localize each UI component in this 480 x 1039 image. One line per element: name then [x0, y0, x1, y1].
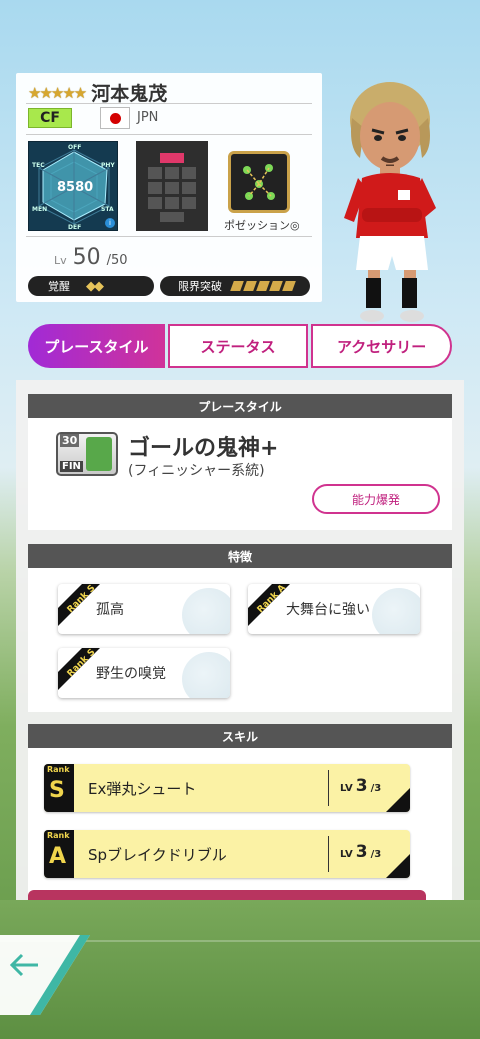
overall-value: 8580 — [57, 180, 94, 195]
skill-level-value: 3 — [355, 776, 368, 796]
trait-card[interactable]: Rank S 野生の嗅覚 — [58, 648, 230, 698]
level-label: Lv — [54, 254, 67, 267]
skill-level-max: /3 — [370, 849, 382, 860]
soccer-ball-icon — [372, 588, 420, 634]
corner-decoration — [386, 854, 410, 878]
tab-playstyle[interactable]: プレースタイル — [28, 324, 165, 368]
trait-card[interactable]: Rank A 大舞台に強い — [248, 584, 420, 634]
ability-burst-button[interactable]: 能力爆発 — [312, 484, 440, 514]
kicking-player-icon — [86, 437, 112, 471]
positioning-label: ポゼッション◎ — [224, 219, 300, 232]
finisher-icon: 30 FIN — [56, 432, 118, 476]
rank-a-icon: Rank A — [248, 584, 290, 634]
formation-cell — [148, 197, 162, 209]
level-max: /50 — [106, 253, 128, 268]
divider — [26, 103, 312, 104]
tab-bar: プレースタイル ステータス アクセサリー — [28, 324, 453, 368]
rank-a-icon: Rank A — [44, 830, 74, 878]
skill-level-max: /3 — [370, 783, 382, 794]
player-name: 河本鬼茂 — [91, 83, 168, 105]
awakening-label: 覚醒 — [48, 280, 70, 293]
trait-label: 野生の嗅覚 — [96, 666, 166, 682]
player-character-illustration — [344, 82, 436, 322]
formation-cell — [148, 167, 162, 179]
radar-label-def: DEF — [68, 224, 82, 231]
corner-decoration — [386, 788, 410, 812]
name-row: ★★★★★ 河本鬼茂 — [28, 79, 167, 106]
player-card: ★★★★★ 河本鬼茂 CF JPN OFF PHY STA DEF MEN TE… — [16, 73, 322, 302]
divider — [26, 134, 312, 135]
tab-accessory[interactable]: アクセサリー — [311, 324, 453, 368]
radar-label-men: MEN — [32, 206, 48, 213]
soccer-ball-icon — [182, 652, 230, 698]
positioning-badge[interactable] — [228, 151, 290, 213]
country-label: JPN — [137, 110, 159, 125]
formation-cell — [182, 197, 196, 209]
awakening-diamond-icon: ◆◆ — [86, 278, 104, 294]
detail-panel[interactable]: プレースタイル 30 FIN ゴールの鬼神+ (フィニッシャー系統) 能力爆発 … — [16, 380, 464, 900]
formation-cell-active — [160, 153, 184, 163]
possession-icon — [228, 151, 290, 213]
rank-label: Rank — [47, 765, 70, 774]
formation-cell — [165, 182, 179, 194]
next-skill-peek[interactable] — [28, 890, 426, 900]
formation-map — [136, 141, 208, 231]
rank-s-icon: Rank S — [44, 764, 74, 812]
playstyle-header: プレースタイル — [28, 394, 452, 418]
rank-label: Rank — [47, 831, 70, 840]
radar-label-off: OFF — [68, 144, 82, 151]
skill-name: Ex弾丸シュート — [88, 780, 197, 798]
skill-level: LV 3 /3 — [340, 842, 381, 862]
awakening-bar: 覚醒 ◆◆ — [28, 276, 154, 296]
playstyle-section: 30 FIN ゴールの鬼神+ (フィニッシャー系統) 能力爆発 — [28, 418, 452, 530]
formation-cell — [160, 212, 184, 222]
skill-row[interactable]: Rank A Spブレイクドリブル LV 3 /3 — [44, 830, 410, 878]
tab-status[interactable]: ステータス — [167, 324, 309, 368]
skills-header: スキル — [28, 724, 452, 748]
radar-label-sta: STA — [101, 206, 114, 213]
info-icon[interactable]: i — [105, 218, 115, 228]
limit-break-label: 限界突破 — [178, 280, 222, 293]
playstyle-subtitle: (フィニッシャー系統) — [128, 463, 265, 479]
trait-card[interactable]: Rank S 孤高 — [58, 584, 230, 634]
limit-break-bar: 限界突破 — [160, 276, 310, 296]
trait-label: 大舞台に強い — [286, 602, 370, 618]
traits-section: Rank S 孤高 Rank A 大舞台に強い Rank S 野生の嗅覚 — [28, 568, 452, 712]
formation-cell — [165, 197, 179, 209]
position-badge: CF — [28, 108, 72, 128]
back-button[interactable] — [0, 935, 90, 1015]
skill-level-label: LV — [340, 849, 353, 860]
traits-header: 特徴 — [28, 544, 452, 568]
playstyle-icon-label: FIN — [60, 461, 83, 472]
rank-letter: A — [49, 844, 67, 869]
stats-radar[interactable]: OFF PHY STA DEF MEN TEC 8580 i — [28, 141, 118, 231]
radar-label-phy: PHY — [101, 162, 115, 169]
playstyle-icon-number: 30 — [60, 434, 80, 447]
level-value: 50 — [72, 245, 101, 270]
rank-s-icon: Rank S — [58, 648, 100, 698]
skill-level-value: 3 — [355, 842, 368, 862]
radar-label-tec: TEC — [32, 162, 45, 169]
rank-letter: S — [49, 778, 65, 803]
formation-cell — [182, 167, 196, 179]
soccer-ball-icon — [182, 588, 230, 634]
formation-cell — [182, 182, 196, 194]
skill-name: Spブレイクドリブル — [88, 846, 227, 864]
divider — [328, 770, 329, 806]
rarity-stars: ★★★★★ — [28, 83, 87, 102]
divider — [26, 236, 312, 237]
skill-level: LV 3 /3 — [340, 776, 381, 796]
formation-cell — [148, 182, 162, 194]
rank-s-icon: Rank S — [58, 584, 100, 634]
skill-row[interactable]: Rank S Ex弾丸シュート LV 3 /3 — [44, 764, 410, 812]
divider — [328, 836, 329, 872]
formation-cell — [165, 167, 179, 179]
japan-flag-icon — [100, 107, 130, 129]
level-row: Lv 50 /50 — [54, 245, 128, 270]
trait-label: 孤高 — [96, 602, 124, 618]
limit-break-gauge — [230, 281, 296, 291]
playstyle-name: ゴールの鬼神+ — [128, 436, 279, 461]
skill-level-label: LV — [340, 783, 353, 794]
